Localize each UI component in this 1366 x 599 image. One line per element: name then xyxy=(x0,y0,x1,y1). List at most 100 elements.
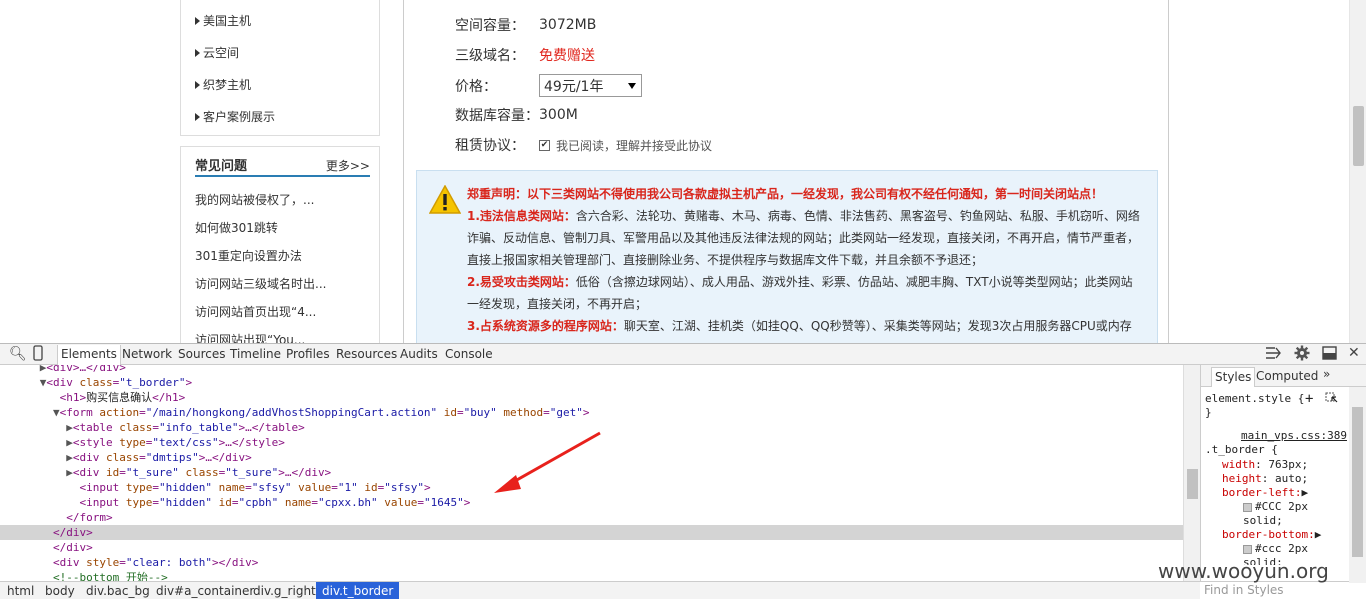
menu-item-cloud-space[interactable]: 云空间 xyxy=(195,44,239,61)
space-row: 空间容量： 3072MB xyxy=(455,17,597,34)
dom-node[interactable]: ▼<div class="t_border"> xyxy=(0,375,1183,390)
style-value-color[interactable]: #ccc 2px xyxy=(1243,542,1308,555)
tab-console[interactable]: Console xyxy=(445,347,493,361)
domain-value: 免费赠送 xyxy=(539,48,595,64)
style-selector[interactable]: .t_border { xyxy=(1205,443,1278,456)
breadcrumb-item[interactable]: body xyxy=(45,584,75,598)
search-icon[interactable]: 🔍︎ xyxy=(9,346,27,362)
style-prop-border-bottom[interactable]: border-bottom:▶ xyxy=(1222,528,1321,541)
add-rule-icon[interactable]: + xyxy=(1305,391,1313,407)
dom-node[interactable]: <div style="clear: both"></div> xyxy=(0,555,1183,570)
space-value: 3072MB xyxy=(539,17,597,33)
breadcrumb-item[interactable]: div.bac_bg xyxy=(86,584,150,598)
more-tabs-icon[interactable]: » xyxy=(1323,367,1330,381)
faq-header: 常见问题 更多>> xyxy=(195,153,370,177)
warning-p2: 2.易受攻击类网站：低俗（含擦边球网站）、成人用品、游戏外挂、彩票、仿品站、减肥… xyxy=(467,275,1133,289)
style-prop-height[interactable]: height: auto; xyxy=(1222,472,1308,485)
agree-label: 我已阅读，理解并接受此协议 xyxy=(556,138,713,153)
dom-node[interactable]: </form> xyxy=(0,510,1183,525)
domain-row: 三级域名： 免费赠送 xyxy=(455,45,595,65)
triangle-right-icon xyxy=(195,16,200,25)
warning-p1-cont: 诈骗、反动信息、管制刀具、军警用品以及其他违反法律法规的网站；此类网站一经发现，… xyxy=(467,231,1140,245)
style-value[interactable]: solid; xyxy=(1243,514,1283,527)
watermark-text: www.wooyun.org xyxy=(1158,559,1329,583)
style-source-link[interactable]: main_vps.css:389 xyxy=(1241,429,1347,442)
price-select[interactable]: 49元/1年 xyxy=(539,74,642,97)
dom-node[interactable]: </div> xyxy=(0,540,1183,555)
warning-p3: 3.占系统资源多的程序网站：聊天室、江湖、挂机类（如挂QQ、QQ秒赞等）、采集类… xyxy=(467,319,1132,333)
order-confirm-box: 空间容量： 3072MB 三级域名： 免费赠送 价格： 49元/1年 数据库容量： 3… xyxy=(403,0,1169,343)
style-prop-width[interactable]: width: 763px; xyxy=(1222,458,1308,471)
elements-scrollbar[interactable] xyxy=(1183,365,1200,583)
db-value: 300M xyxy=(539,107,578,123)
agree-checkbox[interactable]: ✔ xyxy=(539,139,550,151)
page-viewport: 美国主机 云空间 织梦主机 客户案例展示 常见问题 更多>> 我的网站被侵权了，… xyxy=(0,0,1366,343)
show-drawer-icon[interactable] xyxy=(1265,346,1281,364)
style-value-color[interactable]: #CCC 2px xyxy=(1243,500,1308,513)
dom-node-selected[interactable]: </div> xyxy=(0,525,1183,540)
menu-item-cases[interactable]: 客户案例展示 xyxy=(195,108,275,125)
product-menu: 美国主机 云空间 织梦主机 客户案例展示 xyxy=(180,0,380,136)
triangle-right-icon xyxy=(195,48,200,57)
styles-scrollbar[interactable] xyxy=(1349,387,1366,583)
dock-icon[interactable] xyxy=(1322,346,1337,364)
devtools-toolbar: 🔍︎ Elements Network Sources Timeline Pro… xyxy=(0,344,1366,365)
element-style-rule[interactable]: element.style { xyxy=(1205,392,1304,405)
style-prop-border-left[interactable]: border-left:▶ xyxy=(1222,486,1308,499)
warning-title: 郑重声明：以下三类网站不得使用我公司各款虚拟主机产品，一经发现，我公司有权不经任… xyxy=(467,187,1104,201)
breadcrumb-item[interactable]: div.g_right xyxy=(253,584,316,598)
dom-node-hidden-input-cpbh[interactable]: <input type="hidden" id="cpbh" name="cpx… xyxy=(0,495,1183,510)
faq-item[interactable]: 访问网站首页出现“4... xyxy=(195,303,316,320)
elements-tree[interactable]: ▶<div>…</div> ▼<div class="t_border"> <h… xyxy=(0,365,1183,583)
tab-computed[interactable]: Computed xyxy=(1256,369,1318,383)
annotation-arrow-icon xyxy=(494,431,601,493)
dropdown-caret-icon xyxy=(628,82,636,89)
dom-node[interactable]: ▶<div>…</div> xyxy=(0,365,1183,375)
warning-icon xyxy=(429,185,461,214)
styles-tabs: Styles Computed » xyxy=(1201,365,1366,387)
warning-p1: 1.违法信息类网站：含六合彩、法轮功、黄赌毒、木马、病毒、色情、非法售药、黑客盗… xyxy=(467,209,1140,223)
faq-item[interactable]: 301重定向设置办法 xyxy=(195,247,302,264)
faq-item[interactable]: 我的网站被侵权了，... xyxy=(195,191,314,208)
elements-scrollbar-thumb[interactable] xyxy=(1187,469,1198,499)
tab-styles[interactable]: Styles xyxy=(1211,367,1256,387)
tab-profiles[interactable]: Profiles xyxy=(286,347,330,361)
faq-item[interactable]: 如何做301跳转 xyxy=(195,219,278,236)
warning-p2-cont: 一经发现，直接关闭，不再开启； xyxy=(467,297,648,311)
breadcrumb-item-active[interactable]: div.t_border xyxy=(316,582,400,599)
db-row: 数据库容量： 300M xyxy=(455,107,578,124)
page-scrollbar-thumb[interactable] xyxy=(1353,106,1364,166)
triangle-right-icon xyxy=(195,80,200,89)
lease-row: 租赁协议： ✔ 我已阅读，理解并接受此协议 xyxy=(455,138,713,154)
menu-item-dede-host[interactable]: 织梦主机 xyxy=(195,76,251,93)
tab-network[interactable]: Network xyxy=(122,347,172,361)
faq-panel: 常见问题 更多>> 我的网站被侵权了，... 如何做301跳转 301重定向设置… xyxy=(180,146,380,343)
breadcrumb: html body div.bac_bg div#a_container div… xyxy=(0,581,1200,599)
faq-item[interactable]: 访问网站三级域名时出... xyxy=(195,275,326,292)
faq-item[interactable]: 访问网站出现“You... xyxy=(195,331,305,343)
dom-node[interactable]: ▼<form action="/main/hongkong/addVhostSh… xyxy=(0,405,1183,420)
breadcrumb-item[interactable]: div#a_container xyxy=(156,584,254,598)
tab-resources[interactable]: Resources xyxy=(336,347,397,361)
price-row: 价格： 49元/1年 xyxy=(455,74,642,97)
triangle-right-icon xyxy=(195,112,200,121)
faq-title: 常见问题 xyxy=(195,159,248,174)
tab-timeline[interactable]: Timeline xyxy=(230,347,281,361)
styles-filter-input[interactable]: Find in Styles xyxy=(1200,581,1349,599)
dom-node[interactable]: <h1>购买信息确认</h1> xyxy=(0,390,1183,405)
element-style-close: } xyxy=(1205,406,1212,419)
device-mode-icon[interactable] xyxy=(33,345,43,365)
close-icon[interactable]: ✕ xyxy=(1348,345,1360,361)
warning-notice: 郑重声明：以下三类网站不得使用我公司各款虚拟主机产品，一经发现，我公司有权不经任… xyxy=(416,170,1158,343)
tab-elements[interactable]: Elements xyxy=(57,345,121,365)
page-scrollbar[interactable] xyxy=(1349,0,1366,343)
tab-audits[interactable]: Audits xyxy=(400,347,438,361)
toggle-state-icon[interactable] xyxy=(1325,392,1339,407)
warning-p1-cont: 直接上报国家相关管理部门、直接删除业务、不提供程序与数据库文件下载，并且余额不予… xyxy=(467,253,984,267)
breadcrumb-item[interactable]: html xyxy=(7,584,34,598)
gear-icon[interactable] xyxy=(1294,345,1310,365)
faq-more-link[interactable]: 更多>> xyxy=(326,157,370,174)
styles-scrollbar-thumb[interactable] xyxy=(1352,407,1363,557)
tab-sources[interactable]: Sources xyxy=(178,347,225,361)
menu-item-us-host[interactable]: 美国主机 xyxy=(195,12,251,29)
